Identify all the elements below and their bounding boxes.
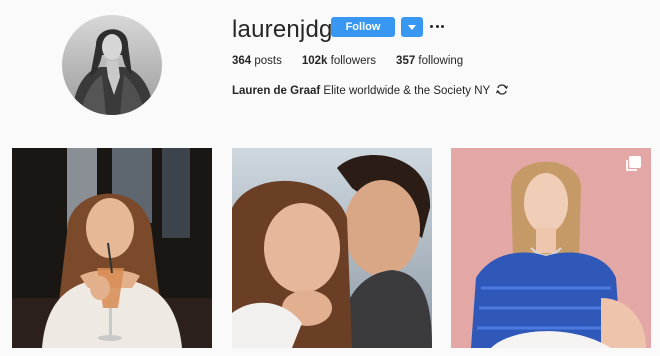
profile-stats: 364 posts 102k followers 357 following: [232, 55, 483, 67]
posts-label: posts: [251, 55, 282, 67]
avatar[interactable]: [62, 15, 162, 115]
photo-couple-selfie: [232, 148, 432, 348]
photo-girl-drinking: [12, 148, 212, 348]
followers-label: followers: [327, 55, 377, 67]
avatar-photo: [62, 15, 162, 115]
follow-options-button[interactable]: [401, 17, 423, 37]
profile-username: laurenjdg: [232, 16, 333, 43]
full-name: Lauren de Graaf: [232, 85, 321, 97]
profile-page: laurenjdg Follow 364 posts 102k follower…: [0, 0, 660, 356]
caret-down-icon: [408, 24, 416, 30]
following-count: 357: [396, 55, 416, 67]
post-thumbnail[interactable]: [451, 148, 651, 348]
profile-bio: Lauren de Graaf Elite worldwide & the So…: [232, 84, 509, 97]
follow-button[interactable]: Follow: [331, 17, 395, 37]
loop-arrows-icon: [496, 84, 509, 95]
post-thumbnail[interactable]: [232, 148, 432, 348]
more-options-button[interactable]: [430, 18, 444, 34]
post-thumbnail[interactable]: [12, 148, 212, 348]
bio-text: Elite worldwide & the Society NY: [320, 85, 494, 97]
posts-count: 364: [232, 55, 252, 67]
following-link[interactable]: 357 following: [396, 55, 463, 67]
followers-count: 102k: [301, 55, 328, 67]
posts-stat: 364 posts: [232, 55, 282, 67]
followers-link[interactable]: 102k followers: [302, 55, 376, 67]
following-label: following: [415, 55, 464, 67]
photo-model-blue-top: [451, 148, 651, 348]
ellipsis-icon: [430, 24, 433, 28]
multiple-images-icon: [626, 156, 641, 171]
